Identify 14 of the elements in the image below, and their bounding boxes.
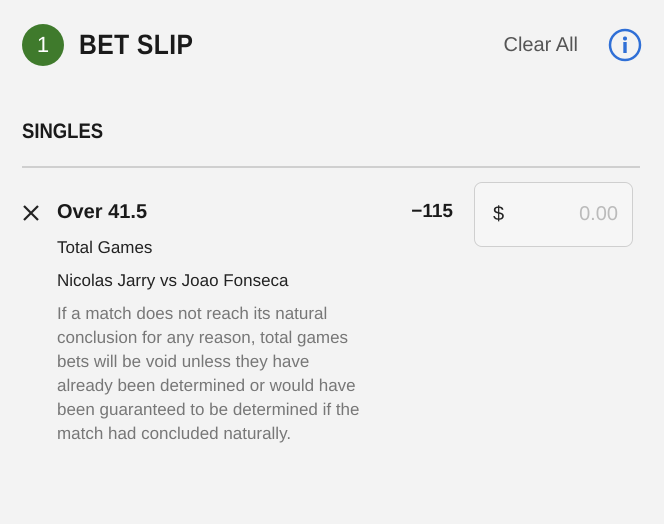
info-icon[interactable]	[608, 28, 642, 62]
bet-slip-title: BET SLIP	[79, 29, 194, 61]
stake-field[interactable]: $ 0.00	[474, 182, 633, 247]
close-icon[interactable]	[22, 204, 40, 222]
clear-all-button[interactable]: Clear All	[504, 34, 578, 56]
singles-heading: SINGLES	[22, 120, 104, 144]
market-label: Total Games	[57, 237, 154, 259]
currency-symbol: $	[493, 203, 504, 226]
bet-count-badge: 1	[22, 24, 64, 66]
stake-input-field[interactable]: 0.00	[516, 202, 620, 227]
odds-label: −115	[410, 200, 453, 224]
event-label: Nicolas Jarry vs Joao Fonseca	[57, 270, 290, 292]
rule-note: If a match does not reach its natural conclusion for any reason, total games bets will be void unless they have already been determined or would have been guaranteed to be determined if the match had concluded naturally.	[57, 303, 360, 445]
selection-label: Over 41.5	[57, 200, 148, 225]
